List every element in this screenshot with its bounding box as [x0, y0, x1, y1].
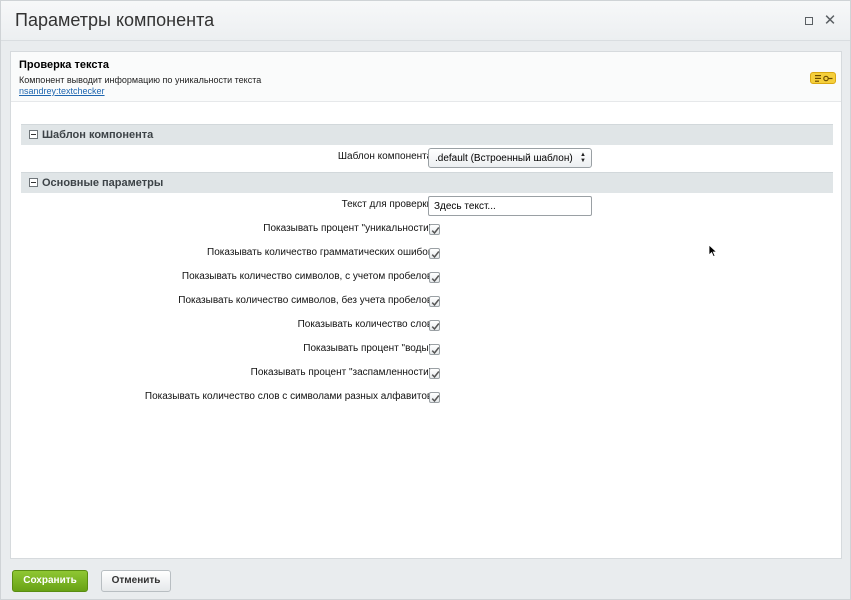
template-label: Шаблон компонента:	[337, 151, 435, 162]
checkbox[interactable]	[429, 296, 440, 307]
help-list-icon[interactable]	[810, 72, 836, 84]
select-arrows-icon: ▲ ▼	[580, 152, 586, 164]
checkbox[interactable]	[429, 392, 440, 403]
checkbox[interactable]	[429, 248, 440, 259]
checkbox-label: Показывать процент "воды":	[303, 343, 435, 354]
checkbox[interactable]	[429, 344, 440, 355]
checkbox[interactable]	[429, 320, 440, 331]
checkbox[interactable]	[429, 368, 440, 379]
checkbox-row: Показывать количество символов, с учетом…	[11, 268, 841, 288]
text-row: Текст для проверки:	[11, 196, 841, 216]
checkbox-label: Показывать количество символов, с учетом…	[181, 271, 435, 282]
component-info: Проверка текста Компонент выводит информ…	[11, 52, 841, 102]
checkbox-row: Показывать количество слов с символами р…	[11, 388, 841, 408]
template-row: Шаблон компонента: .default (Встроенный …	[11, 148, 841, 168]
checkbox-label: Показывать количество слов:	[297, 319, 435, 330]
component-description: Компонент выводит информацию по уникальн…	[19, 75, 262, 85]
checkbox-row: Показывать процент "уникальности":	[11, 220, 841, 240]
dialog-title: Параметры компонента	[15, 10, 215, 30]
mouse-cursor-icon	[708, 244, 718, 258]
text-label: Текст для проверки:	[341, 199, 435, 210]
collapse-icon[interactable]	[29, 130, 38, 139]
checkbox-row: Показывать количество слов:	[11, 316, 841, 336]
component-parameters-dialog: Параметры компонента ✕ Проверка текста К…	[0, 0, 851, 600]
save-button[interactable]: Сохранить	[12, 570, 88, 592]
checkbox-label: Показывать процент "уникальности":	[263, 223, 435, 234]
section-template-header[interactable]: Шаблон компонента	[21, 124, 833, 145]
close-icon[interactable]: ✕	[822, 13, 838, 29]
checkbox-label: Показывать количество символов, без учет…	[178, 295, 435, 306]
section-title: Шаблон компонента	[42, 129, 154, 141]
section-main-header[interactable]: Основные параметры	[21, 172, 833, 193]
template-selected-value: .default (Встроенный шаблон)	[435, 153, 573, 164]
checkbox-label: Показывать процент "заспамленности":	[250, 367, 435, 378]
section-title: Основные параметры	[42, 177, 164, 189]
checkbox-row: Показывать процент "заспамленности":	[11, 364, 841, 384]
checkbox-label: Показывать количество слов с символами р…	[144, 391, 435, 402]
cancel-button[interactable]: Отменить	[101, 570, 171, 592]
template-select[interactable]: .default (Встроенный шаблон) ▲ ▼	[428, 148, 592, 168]
dialog-titlebar[interactable]: Параметры компонента ✕	[1, 1, 850, 41]
checkbox-label: Показывать количество грамматических оши…	[207, 247, 435, 258]
check-text-input[interactable]	[428, 196, 592, 216]
checkbox[interactable]	[429, 272, 440, 283]
checkbox-row: Показывать процент "воды":	[11, 340, 841, 360]
collapse-icon[interactable]	[29, 178, 38, 187]
component-code-link[interactable]: nsandrey:textchecker	[19, 86, 105, 96]
checkbox[interactable]	[429, 224, 440, 235]
component-name: Проверка текста	[19, 59, 109, 71]
dialog-footer: Сохранить Отменить	[1, 559, 850, 600]
dialog-content: Проверка текста Компонент выводит информ…	[10, 51, 842, 559]
maximize-icon[interactable]	[801, 13, 817, 29]
checkbox-row: Показывать количество символов, без учет…	[11, 292, 841, 312]
